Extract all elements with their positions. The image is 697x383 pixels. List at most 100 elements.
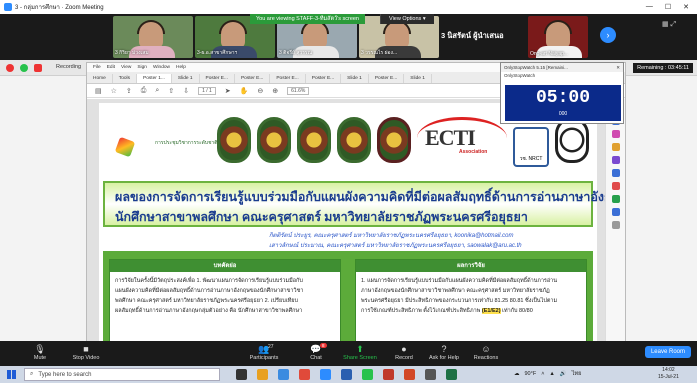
poster-page: การประชุมวิชาการระดับชาติ ECTI Associati… [99,103,607,342]
tab-document[interactable]: Poster E... [235,74,271,83]
chat-button[interactable]: 💬 8 Chat [294,343,338,361]
tab-document[interactable]: Poster E... [200,74,235,83]
save-icon[interactable]: ▤ [95,87,102,95]
tab-tools[interactable]: Tools [113,74,137,83]
protect-icon[interactable] [611,182,620,190]
create-pdf-icon[interactable] [611,130,620,138]
menu-edit[interactable]: Edit [107,65,115,70]
acrobat-icon[interactable] [383,369,394,380]
zoom-taskbar-icon[interactable] [320,369,331,380]
menu-help[interactable]: Help [176,65,186,70]
ecti-logo-sub: Association [459,149,488,155]
page-down-icon[interactable]: ⇩ [183,87,189,95]
results-column: ผลการวิจัย 1. แผนการจัดการเรียนรู้แบบร่ว… [355,259,587,342]
more-tools-icon[interactable] [611,208,620,216]
poster-title-line1: ผลของการจัดการเรียนรู้แบบร่วมมือกับแผนผั… [115,190,607,204]
menu-view[interactable]: View [121,65,131,70]
university-seal-logo [257,117,291,163]
tab-home[interactable]: Home [87,74,113,83]
close-icon[interactable]: ✕ [683,3,689,11]
leave-room-button[interactable]: Leave Room [644,346,691,358]
fill-sign-icon[interactable] [611,195,620,203]
conference-logo-text: การประชุมวิชาการระดับชาติ [155,140,218,146]
network-icon[interactable]: ▲ [549,371,554,377]
bookmark-icon[interactable]: ☆ [111,87,117,95]
tab-document[interactable]: Slide 1 [172,74,200,83]
ask-for-help-button[interactable]: ? Ask for Help [422,343,466,361]
file-explorer-icon[interactable] [257,369,268,380]
stop-video-button[interactable]: ■ Stop Video [64,343,108,361]
close-icon[interactable]: ✕ [616,65,620,70]
stopwatch-window: OnlyStopWatch 5.15 [Remaini... ✕ OnlySto… [500,62,624,124]
print-icon[interactable]: ⎙ [141,87,147,95]
stopwatch-ms: 000 [558,111,568,117]
combine-icon[interactable] [611,156,620,164]
nrct-label: วช. NRCT [519,156,543,162]
tab-document[interactable]: Poster E... [270,74,306,83]
recording-label: Recording [56,64,82,70]
windows-start-icon[interactable] [7,370,16,379]
zoom-level[interactable]: 61.6% [287,86,310,95]
word-icon[interactable] [341,369,352,380]
tab-document[interactable]: Poster 1... [137,74,172,83]
gallery-view-icon[interactable]: ▦ ⤢ [662,20,676,29]
settings-icon[interactable] [611,221,620,229]
minimize-icon[interactable]: — [646,3,653,11]
shared-screen: Recording Remaining : 03:45:11 File Edit… [0,60,697,342]
chevron-right-icon[interactable]: › [600,27,616,43]
hand-icon[interactable]: ✋ [240,87,249,95]
tab-document[interactable]: Slide 1 [404,74,432,83]
reaction-smiley-icon: ☺ [481,344,491,354]
chrome-icon[interactable] [299,369,310,380]
tray-arrow-icon[interactable]: ˄ [541,371,544,377]
menu-sign[interactable]: Sign [137,65,147,70]
view-options-button[interactable]: View Options ▾ [380,14,434,24]
excel-icon[interactable] [446,369,457,380]
comment-icon[interactable] [611,143,620,151]
upload-icon[interactable]: ⇪ [126,87,132,95]
zoom-in-icon[interactable]: ⊕ [272,87,278,95]
edge-icon[interactable] [278,369,289,380]
page-up-icon[interactable]: ⇧ [168,87,174,95]
taskbar-search[interactable]: ⌕ Type here to search [24,368,220,381]
stopwatch-app-icon[interactable] [425,369,436,380]
participants-button[interactable]: 👥 27 Participants [242,343,286,361]
mute-button[interactable]: 🎙 Mute [18,343,62,361]
page-indicator[interactable]: 1 / 1 [198,86,216,95]
tab-document[interactable]: Slide 1 [341,74,369,83]
menu-file[interactable]: File [93,65,101,70]
share-screen-button[interactable]: ⬆ Share Screen [338,343,382,361]
task-view-icon[interactable] [236,369,247,380]
poster-title-banner: ผลของการจัดการเรียนรู้แบบร่วมมือกับแผนผั… [103,181,607,227]
weather-icon[interactable]: ☁ [514,371,520,377]
zoom-out-icon[interactable]: ⊖ [257,87,263,95]
line-icon[interactable] [362,369,373,380]
powerpoint-icon[interactable] [404,369,415,380]
maximize-icon[interactable]: ☐ [665,3,671,11]
stopwatch-title: OnlyStopWatch 5.15 [Remaini... [504,65,568,70]
participant-tile[interactable]: 3 กิริยา ม่วงเสม [113,16,193,58]
university-seal-logo [297,117,331,163]
reactions-button[interactable]: ☺ Reactions [464,343,508,361]
abstract-heading: บทคัดย่อ [110,260,340,272]
volume-icon[interactable]: 🔊 [560,371,567,377]
participant-name: 3 กิริยา ม่วงเสม [115,50,149,56]
participant-tile[interactable]: Ong-art Naiyap... [528,16,588,58]
stopwatch-titlebar: OnlyStopWatch 5.15 [Remaini... ✕ [501,63,623,72]
language-indicator[interactable]: ไทย [572,370,582,378]
cursor-icon[interactable]: ➤ [225,87,231,95]
viewing-banner: You are viewing STAFF-3-ทีมสัตว์'s scree… [250,14,365,24]
taskbar-clock[interactable]: 14:02 15-Jul-21 [658,367,679,381]
organize-icon[interactable] [611,169,620,177]
menu-window[interactable]: Window [153,65,170,70]
stop-recording-icon[interactable] [34,64,42,72]
results-line: พระนครศรีอยุธยา มีประสิทธิภาพของกระบวนกา… [361,298,558,304]
participant-name: Ong-art Naiyap... [530,51,569,57]
tab-document[interactable]: Poster E... [306,74,342,83]
weather-temp[interactable]: 90°F [525,371,537,377]
search-icon[interactable]: ⌕ [155,87,159,95]
abstract-line: การวิจัยในครั้งนี้มีวัตถุประสงค์เพื่อ 1.… [115,278,303,284]
record-button[interactable]: ● Record [382,343,426,361]
poster-body: บทคัดย่อ การวิจัยในครั้งนี้มีวัตถุประสงค… [103,251,593,342]
tab-document[interactable]: Poster E... [369,74,405,83]
